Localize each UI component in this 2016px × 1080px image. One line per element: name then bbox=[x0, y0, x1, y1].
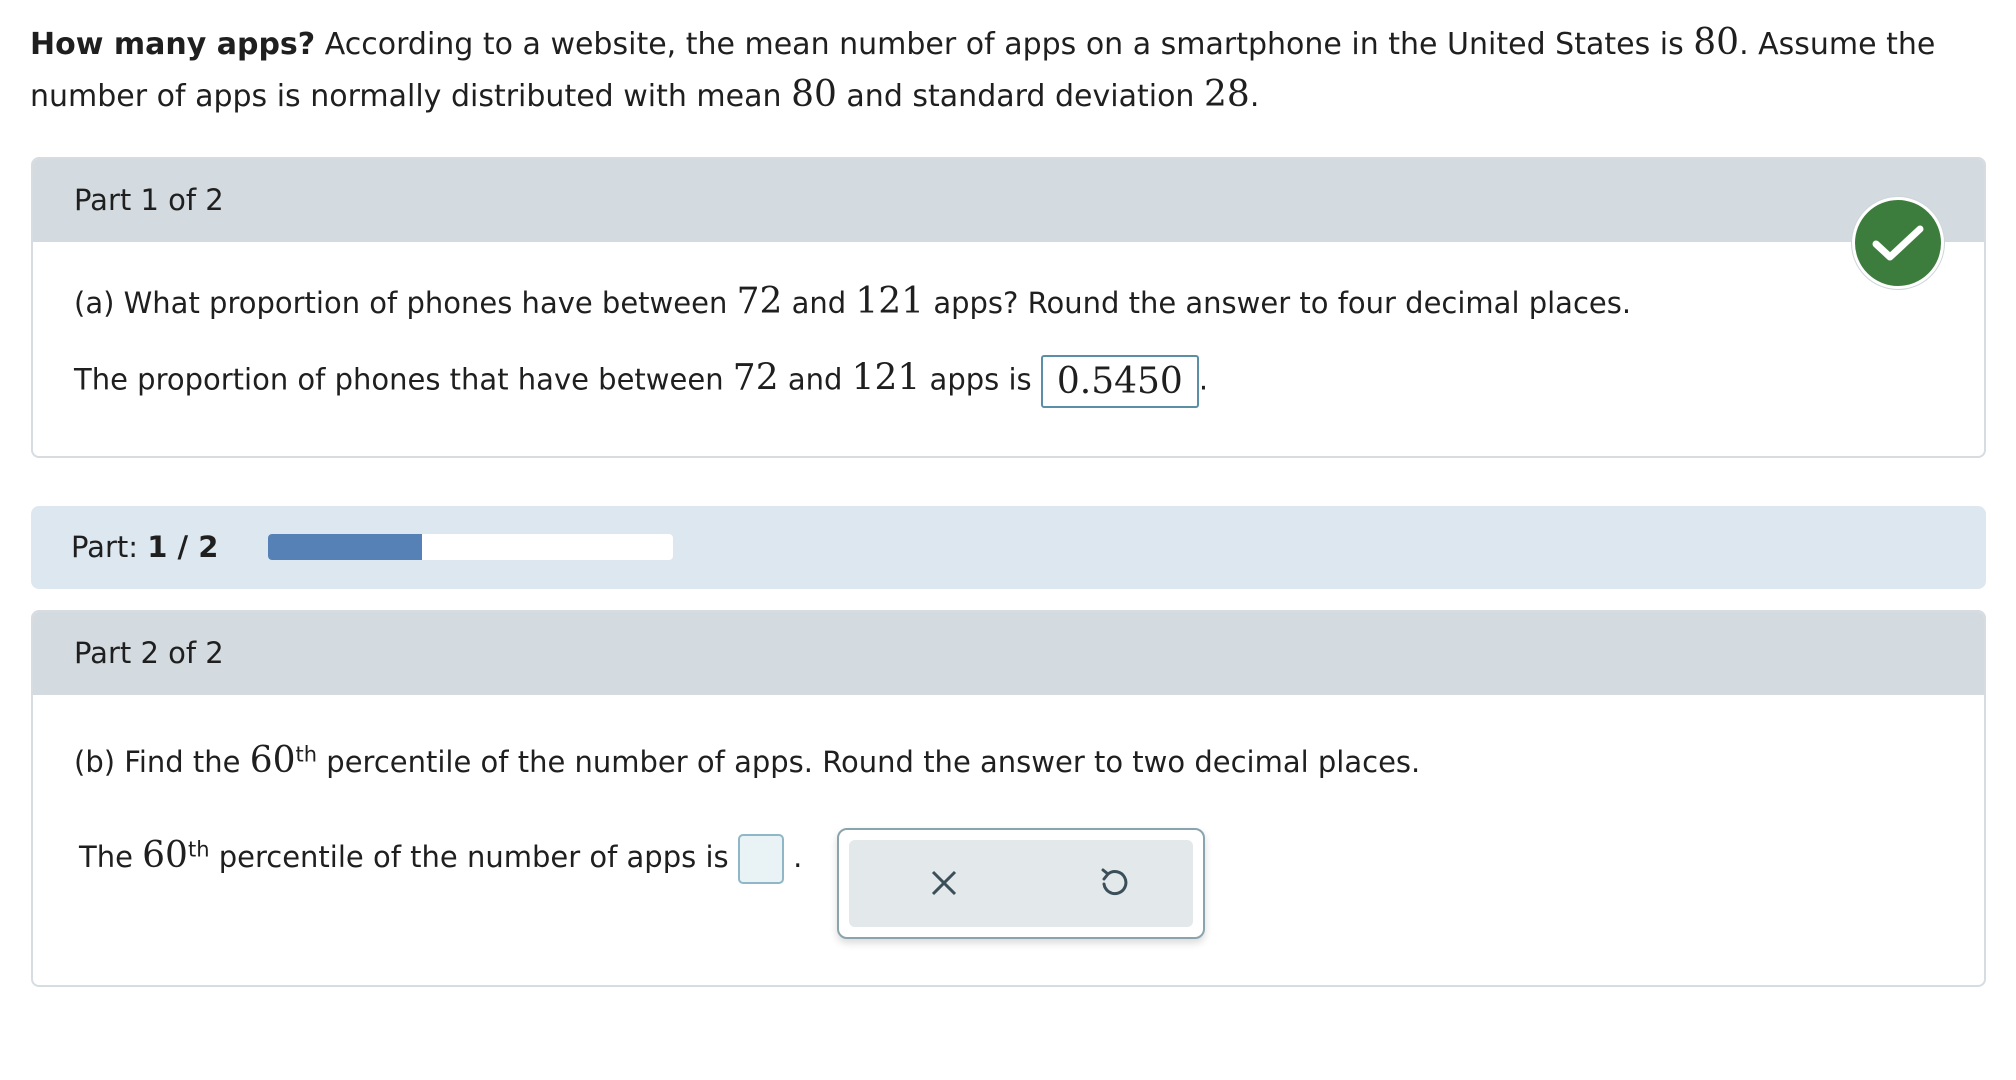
part1-section: Part 1 of 2 (a) What proportion of phone… bbox=[31, 157, 1986, 458]
part1-question-text-2: apps? Round the answer to four decimal p… bbox=[933, 286, 1632, 320]
part1-answer-high: 121 bbox=[851, 357, 921, 399]
part1-answer-field[interactable]: 0.5450 bbox=[1040, 355, 1199, 408]
part1-answer-text-2: apps is bbox=[929, 362, 1032, 397]
part1-high-value: 121 bbox=[855, 281, 925, 322]
undo-icon bbox=[1101, 868, 1128, 896]
problem-text-4: . bbox=[1249, 79, 1260, 114]
part1-question-text: (a) What proportion of phones have betwe… bbox=[74, 286, 728, 320]
progress-value: 1 / 2 bbox=[147, 530, 219, 564]
part2-period: . bbox=[793, 840, 803, 874]
part1-answer-line: The proportion of phones that have betwe… bbox=[74, 355, 1208, 408]
part2-question: (b) Find the 60th percentile of the numb… bbox=[74, 740, 1420, 781]
part2-answer-input[interactable] bbox=[737, 834, 784, 884]
part1-answer-text: The proportion of phones that have betwe… bbox=[74, 362, 724, 397]
clear-button[interactable] bbox=[919, 858, 969, 908]
checkmark-icon bbox=[1852, 197, 1944, 289]
problem-text-3: and standard deviation bbox=[846, 79, 1195, 114]
progress-bar bbox=[268, 534, 673, 560]
sd-value: 28 bbox=[1204, 74, 1250, 115]
part1-low-value: 72 bbox=[736, 281, 783, 322]
part2-percentile-sup: th bbox=[295, 742, 318, 767]
part1-answer-and: and bbox=[787, 362, 843, 397]
problem-statement: How many apps? According to a website, t… bbox=[30, 18, 1990, 122]
part2-answer-number: 60 bbox=[142, 835, 188, 876]
part1-answer-low: 72 bbox=[732, 357, 779, 399]
part2-percentile-number: 60 bbox=[249, 740, 296, 781]
part1-header: Part 1 of 2 bbox=[33, 159, 1984, 242]
progress-row: Part: 1 / 2 bbox=[31, 506, 1986, 589]
part2-question-text-2: percentile of the number of apps. Round … bbox=[326, 745, 1421, 779]
undo-button[interactable] bbox=[1089, 858, 1139, 908]
part1-and: and bbox=[791, 286, 847, 320]
part2-answer-line: The 60th percentile of the number of app… bbox=[79, 834, 802, 884]
close-icon bbox=[931, 870, 957, 896]
part1-question: (a) What proportion of phones have betwe… bbox=[74, 281, 1631, 322]
problem-text-1: According to a website, the mean number … bbox=[324, 27, 1684, 62]
toolbox-panel bbox=[849, 840, 1193, 927]
problem-title: How many apps? bbox=[30, 27, 316, 62]
progress-label: Part: bbox=[71, 530, 139, 564]
part2-question-text: (b) Find the bbox=[74, 745, 241, 779]
part1-period: . bbox=[1198, 362, 1209, 397]
mean-value-2: 80 bbox=[791, 74, 837, 115]
part2-header: Part 2 of 2 bbox=[33, 612, 1984, 695]
part2-answer-text-2: percentile of the number of apps is bbox=[218, 840, 729, 874]
answer-toolbox bbox=[837, 828, 1205, 939]
progress-bar-fill bbox=[268, 534, 422, 560]
part2-answer-text: The bbox=[79, 840, 133, 874]
mean-value: 80 bbox=[1693, 22, 1740, 63]
part2-answer-sup: th bbox=[187, 837, 210, 862]
